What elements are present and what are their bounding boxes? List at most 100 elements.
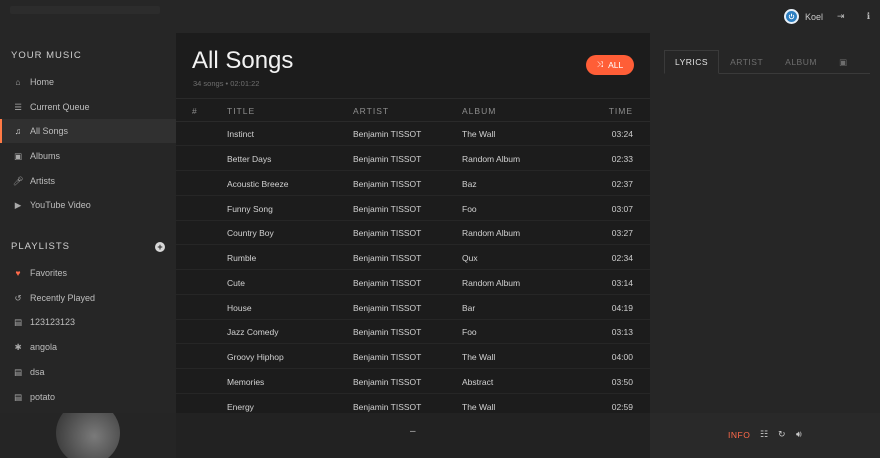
sidebar-item-all-songs[interactable]: ♫ All Songs bbox=[0, 119, 176, 143]
file-icon: ▤ bbox=[13, 316, 23, 327]
column-header-time[interactable]: TIME bbox=[609, 99, 633, 123]
column-header-title[interactable]: TITLE bbox=[227, 99, 255, 123]
table-row[interactable]: Cute Benjamin TISSOT Random Album 03:14 bbox=[176, 271, 650, 295]
page-title: All Songs bbox=[192, 47, 294, 74]
song-artist: Benjamin TISSOT bbox=[353, 253, 422, 263]
playlist-item-123123123[interactable]: ▤ 123123123 bbox=[0, 310, 176, 334]
add-playlist-icon[interactable]: + bbox=[155, 242, 165, 252]
playlist-item-label: 123123123 bbox=[30, 317, 76, 327]
song-time: 02:37 bbox=[611, 179, 633, 189]
tab-album[interactable]: ALBUM bbox=[774, 50, 828, 72]
playlist-item-favorites[interactable]: ♥ Favorites bbox=[0, 261, 176, 285]
table-row[interactable]: Memories Benjamin TISSOT Abstract 03:50 bbox=[176, 370, 650, 394]
sidebar: YOUR MUSIC ⌂ Home ☰ Current Queue ♫ All … bbox=[0, 33, 176, 413]
table-row[interactable]: Jazz Comedy Benjamin TISSOT Foo 03:13 bbox=[176, 320, 650, 344]
sidebar-item-home[interactable]: ⌂ Home bbox=[0, 70, 176, 94]
playlist-item-potato[interactable]: ▤ potato bbox=[0, 385, 176, 409]
table-row[interactable]: Country Boy Benjamin TISSOT Random Album… bbox=[176, 221, 650, 245]
youtube-icon: ▣ bbox=[838, 57, 848, 67]
youtube-icon: ▶ bbox=[14, 199, 22, 210]
sidebar-item-artists[interactable]: 🎤︎ Artists bbox=[0, 169, 176, 193]
queue-list-icon: ☰ bbox=[14, 101, 22, 112]
playlist-item-label: dsa bbox=[30, 367, 45, 377]
sidebar-item-label: YouTube Video bbox=[30, 200, 91, 210]
asterisk-icon: ✱ bbox=[14, 341, 22, 352]
song-title: Cute bbox=[227, 278, 245, 288]
table-row[interactable]: Funny Song Benjamin TISSOT Foo 03:07 bbox=[176, 197, 650, 221]
tab-lyrics[interactable]: LYRICS bbox=[664, 50, 720, 74]
playlists-heading: PLAYLISTS bbox=[11, 241, 70, 252]
song-album: Foo bbox=[462, 327, 477, 337]
playlist-item-label: angola bbox=[30, 342, 58, 352]
album-cover-disc[interactable] bbox=[56, 413, 120, 458]
user-name[interactable]: Koel bbox=[805, 12, 823, 22]
table-row[interactable]: House Benjamin TISSOT Bar 04:19 bbox=[176, 296, 650, 320]
song-title: Memories bbox=[227, 377, 265, 387]
table-header: # TITLE ARTIST ALBUM TIME bbox=[176, 98, 650, 122]
power-icon bbox=[788, 13, 795, 20]
table-row[interactable]: Groovy Hiphop Benjamin TISSOT The Wall 0… bbox=[176, 345, 650, 369]
equalizer-icon[interactable]: ☷ bbox=[760, 429, 768, 440]
table-row[interactable]: Rumble Benjamin TISSOT Qux 02:34 bbox=[176, 246, 650, 270]
table-row[interactable]: Acoustic Breeze Benjamin TISSOT Baz 02:3… bbox=[176, 172, 650, 196]
song-time: 03:24 bbox=[611, 129, 633, 139]
volume-icon[interactable]: 🔊︎ bbox=[796, 429, 802, 440]
file-icon: ▤ bbox=[13, 366, 23, 377]
column-header-artist[interactable]: ARTIST bbox=[353, 99, 389, 123]
playlist-item-label: Favorites bbox=[30, 268, 68, 278]
song-album: Baz bbox=[462, 179, 477, 189]
shuffle-all-button[interactable]: ⤨ ALL bbox=[586, 55, 634, 75]
table-row[interactable]: Instinct Benjamin TISSOT The Wall 03:24 bbox=[176, 122, 650, 146]
song-title: Acoustic Breeze bbox=[227, 179, 289, 189]
song-time: 04:00 bbox=[611, 352, 633, 362]
info-toggle-button[interactable]: INFO bbox=[728, 430, 750, 440]
logout-icon[interactable]: ⇥ bbox=[837, 11, 845, 22]
about-info-icon[interactable]: ℹ bbox=[867, 11, 870, 22]
song-artist: Benjamin TISSOT bbox=[353, 402, 422, 412]
file-icon: ▤ bbox=[13, 391, 23, 402]
playlist-item-angola[interactable]: ✱ angola bbox=[0, 335, 176, 359]
column-header-album[interactable]: ALBUM bbox=[462, 99, 496, 123]
playlist-item-dsa[interactable]: ▤ dsa bbox=[0, 360, 176, 384]
table-row[interactable]: Better Days Benjamin TISSOT Random Album… bbox=[176, 147, 650, 171]
top-left-placeholder bbox=[10, 6, 160, 14]
song-album: Foo bbox=[462, 204, 477, 214]
song-time: 04:19 bbox=[611, 303, 633, 313]
your-music-heading: YOUR MUSIC bbox=[11, 50, 82, 61]
user-avatar[interactable] bbox=[784, 9, 800, 24]
song-time: 02:33 bbox=[611, 154, 633, 164]
microphone-icon: 🎤︎ bbox=[12, 175, 24, 186]
shuffle-all-label: ALL bbox=[608, 60, 624, 70]
tab-artist[interactable]: ARTIST bbox=[719, 50, 774, 72]
sidebar-item-label: Artists bbox=[30, 176, 56, 186]
song-time: 02:34 bbox=[611, 253, 633, 263]
song-album: Random Album bbox=[462, 278, 521, 288]
repeat-icon[interactable]: ↻ bbox=[778, 429, 786, 440]
song-album: Random Album bbox=[462, 228, 521, 238]
sidebar-item-label: All Songs bbox=[30, 126, 69, 136]
song-time: 03:07 bbox=[611, 204, 633, 214]
table-row[interactable]: Energy Benjamin TISSOT The Wall 02:59 bbox=[176, 395, 650, 413]
song-title: House bbox=[227, 303, 252, 313]
sidebar-item-albums[interactable]: ▣ Albums bbox=[0, 144, 176, 168]
album-cover-area bbox=[0, 413, 176, 458]
song-album: The Wall bbox=[462, 352, 496, 362]
song-artist: Benjamin TISSOT bbox=[353, 377, 422, 387]
album-icon: ▣ bbox=[13, 150, 23, 161]
song-artist: Benjamin TISSOT bbox=[353, 228, 422, 238]
song-time: 03:50 bbox=[611, 377, 633, 387]
song-title: Rumble bbox=[227, 253, 257, 263]
song-artist: Benjamin TISSOT bbox=[353, 352, 422, 362]
song-album: Random Album bbox=[462, 154, 521, 164]
extra-tabs: LYRICS ARTIST ALBUM ▣ bbox=[664, 50, 870, 74]
sidebar-item-current-queue[interactable]: ☰ Current Queue bbox=[0, 95, 176, 119]
song-time: 02:59 bbox=[611, 402, 633, 412]
sidebar-item-youtube-video[interactable]: ▶ YouTube Video bbox=[0, 193, 176, 217]
playlist-item-label: Recently Played bbox=[30, 293, 96, 303]
song-album: Abstract bbox=[462, 377, 494, 387]
column-header-number[interactable]: # bbox=[192, 99, 198, 123]
song-title: Jazz Comedy bbox=[227, 327, 279, 337]
tab-youtube[interactable]: ▣ bbox=[828, 50, 859, 72]
playlist-item-recently-played[interactable]: ↺ Recently Played bbox=[0, 286, 176, 310]
song-title: Energy bbox=[227, 402, 254, 412]
